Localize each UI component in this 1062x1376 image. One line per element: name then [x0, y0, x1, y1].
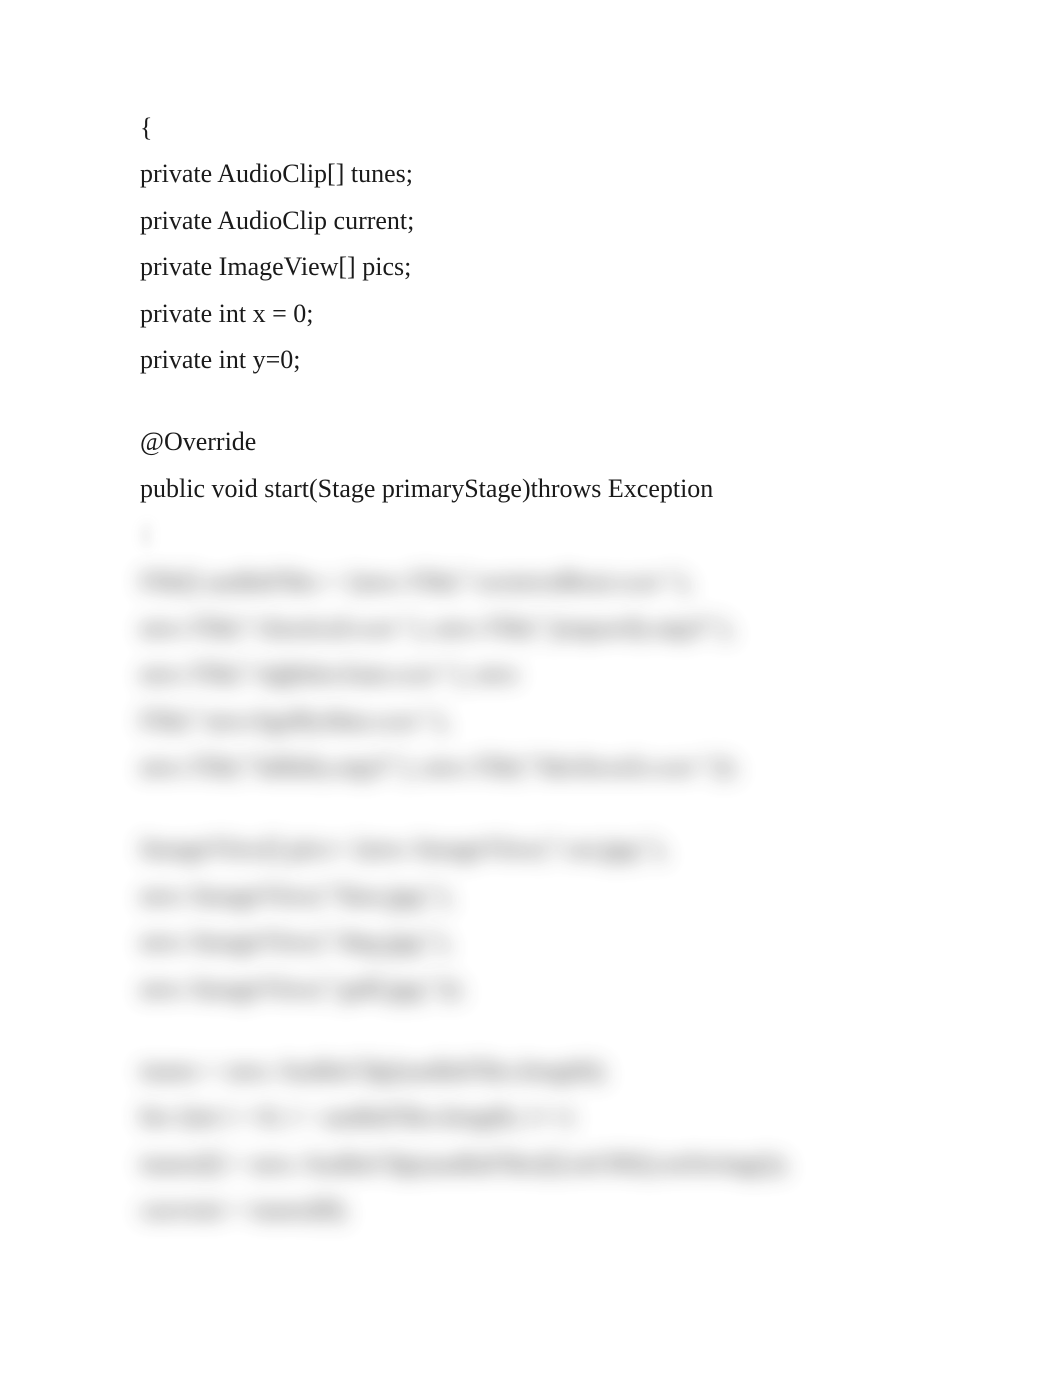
code-line: @Override — [140, 424, 1002, 460]
code-line: private int x = 0; — [140, 296, 1002, 332]
blurred-code-line: tunes[i] = new AudioClip(audioFiles[i].t… — [140, 1146, 1002, 1182]
blurred-code-line: File("newAgeRythm.wav"), — [140, 703, 1002, 739]
code-line: private ImageView[] pics; — [140, 249, 1002, 285]
blurred-code-line: for (int i = 0; i < audioFiles.length; i… — [140, 1099, 1002, 1135]
blank-line — [140, 388, 1002, 424]
code-line: { — [140, 110, 1002, 146]
blurred-code-line: new ImageView("golf.jpg")}; — [140, 971, 1002, 1007]
blurred-code-line: new ImageView("dog.jpg"), — [140, 924, 1002, 960]
blank-line — [140, 795, 1002, 831]
blurred-code-line: new ImageView("lion.jpg"), — [140, 878, 1002, 914]
blurred-code-line: new File("eightiesJam.wav"), new — [140, 656, 1002, 692]
code-line: private int y=0; — [140, 342, 1002, 378]
code-line: private AudioClip current; — [140, 203, 1002, 239]
blurred-code-line: ImageView[] pics= {new ImageView("cat.jp… — [140, 831, 1002, 867]
blurred-code-line: new File("lullaby.mp3"), new File("hitch… — [140, 749, 1002, 785]
blurred-code-line: current = tunes[0]; — [140, 1192, 1002, 1228]
blurred-code-line: File[] audioFiles = {new File("westernBe… — [140, 564, 1002, 600]
blank-line — [140, 1017, 1002, 1053]
blurred-content: File[] audioFiles = {new File("westernBe… — [140, 564, 1002, 1229]
code-line: public void start(Stage primaryStage)thr… — [140, 471, 1002, 507]
blurred-code-line: { — [140, 517, 1002, 553]
code-line: private AudioClip[] tunes; — [140, 156, 1002, 192]
blurred-code-line: new File("classical.wav"), new File("jeo… — [140, 610, 1002, 646]
blurred-code-line: tunes = new AudioClip[audioFiles.length]… — [140, 1053, 1002, 1089]
